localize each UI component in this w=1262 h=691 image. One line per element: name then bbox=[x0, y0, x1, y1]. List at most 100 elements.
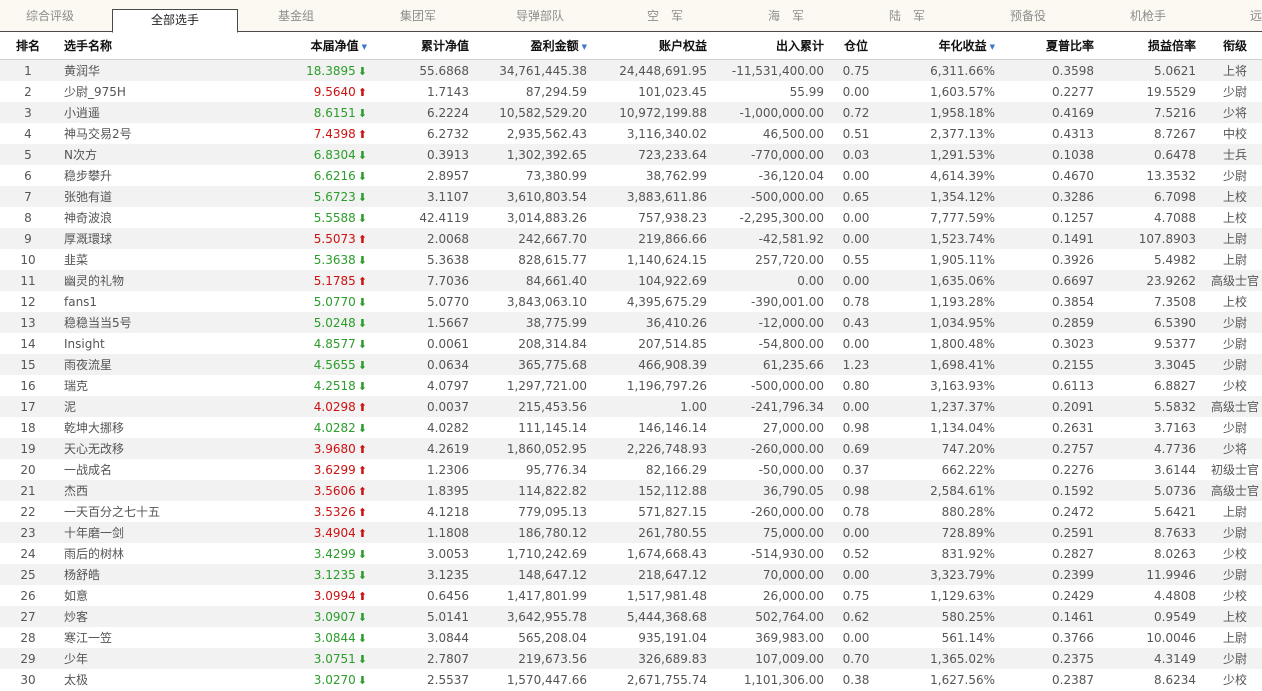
player-name-link[interactable]: 炒客 bbox=[64, 610, 88, 624]
table-row[interactable]: 19 天心无改移 3.9680 ⬆ 4.2619 1,860,052.95 2,226,74… bbox=[0, 438, 1262, 459]
col-player-name-cell[interactable]: 寒江一笠 bbox=[56, 627, 222, 648]
player-name-link[interactable]: 瑞克 bbox=[64, 379, 88, 393]
player-name-link[interactable]: 雨夜流星 bbox=[64, 358, 112, 372]
col-player-name-cell[interactable]: 杰西 bbox=[56, 480, 222, 501]
table-row[interactable]: 27 炒客 3.0907 ⬇ 5.0141 3,642,955.78 5,444,368.6… bbox=[0, 606, 1262, 627]
col-profit-loss-ratio-header[interactable]: 损益倍率 bbox=[1104, 32, 1208, 60]
tab-army[interactable]: 陆 军 bbox=[889, 0, 925, 31]
player-name-link[interactable]: 杰西 bbox=[64, 484, 88, 498]
tab-navy[interactable]: 海 军 bbox=[768, 0, 804, 31]
player-name-link[interactable]: 雨后的树林 bbox=[64, 547, 124, 561]
sort-indicator-icon[interactable]: ▼ bbox=[990, 43, 995, 51]
player-name-link[interactable]: 小逍遥 bbox=[64, 106, 100, 120]
col-rank-title-header[interactable]: 衔级 bbox=[1208, 32, 1262, 60]
col-profit-header[interactable]: 盈利金额 ▼ bbox=[479, 32, 595, 60]
table-row[interactable]: 2 少尉_975H 9.5640 ⬆ 1.7143 87,294.59 101,023.45… bbox=[0, 81, 1262, 102]
table-row[interactable]: 5 N次方 6.8304 ⬇ 0.3913 1,302,392.65 723,233.64 -… bbox=[0, 144, 1262, 165]
table-row[interactable]: 20 一战成名 3.6299 ⬆ 1.2306 95,776.34 82,166.29 -50… bbox=[0, 459, 1262, 480]
col-current-nav-header[interactable]: 本届净值 ▼ bbox=[222, 32, 377, 60]
col-player-name-cell[interactable]: 乾坤大挪移 bbox=[56, 417, 222, 438]
table-row[interactable]: 26 如意 3.0994 ⬆ 0.6456 1,417,801.99 1,517,981.4… bbox=[0, 585, 1262, 606]
col-player-name-cell[interactable]: 幽灵的礼物 bbox=[56, 270, 222, 291]
player-name-link[interactable]: 少尉_975H bbox=[64, 85, 126, 99]
table-row[interactable]: 12 fans1 5.0770 ⬇ 5.0770 3,843,063.10 4,395,67… bbox=[0, 291, 1262, 312]
player-name-link[interactable]: 张弛有道 bbox=[64, 190, 112, 204]
player-name-link[interactable]: 少年 bbox=[64, 652, 88, 666]
table-row[interactable]: 16 瑞克 4.2518 ⬇ 4.0797 1,297,721.00 1,196,797.2… bbox=[0, 375, 1262, 396]
player-name-link[interactable]: 神奇波浪 bbox=[64, 211, 112, 225]
table-row[interactable]: 13 稳稳当当5号 5.0248 ⬇ 1.5667 38,775.99 36,410.26 -… bbox=[0, 312, 1262, 333]
table-row[interactable]: 29 少年 3.0751 ⬇ 2.7807 219,673.56 326,689.83 107… bbox=[0, 648, 1262, 669]
player-name-link[interactable]: 乾坤大挪移 bbox=[64, 421, 124, 435]
col-player-name-cell[interactable]: 杨舒皓 bbox=[56, 564, 222, 585]
col-player-name-cell[interactable]: 炒客 bbox=[56, 606, 222, 627]
col-net-flow-header[interactable]: 出入累计 bbox=[715, 32, 831, 60]
col-player-name-cell[interactable]: 稳稳当当5号 bbox=[56, 312, 222, 333]
player-name-link[interactable]: 太极 bbox=[64, 673, 88, 687]
col-account-equity-header[interactable]: 账户权益 bbox=[595, 32, 715, 60]
col-sharpe-ratio-header[interactable]: 夏普比率 bbox=[1001, 32, 1104, 60]
tab-gunner[interactable]: 机枪手 bbox=[1130, 0, 1166, 31]
tab-air-force[interactable]: 空 军 bbox=[647, 0, 683, 31]
table-row[interactable]: 3 小逍遥 8.6151 ⬇ 6.2224 10,582,529.20 10,972,199… bbox=[0, 102, 1262, 123]
tab-overall-rating[interactable]: 综合评级 bbox=[26, 0, 74, 31]
player-name-link[interactable]: 一战成名 bbox=[64, 463, 112, 477]
col-annual-return-header[interactable]: 年化收益 ▼ bbox=[881, 32, 1001, 60]
table-row[interactable]: 9 厚溉環球 5.5073 ⬆ 2.0068 242,667.70 219,866.66 -4… bbox=[0, 228, 1262, 249]
player-name-link[interactable]: fans1 bbox=[64, 295, 97, 309]
tab-army-group[interactable]: 集团军 bbox=[400, 0, 436, 31]
col-position-header[interactable]: 仓位 bbox=[831, 32, 881, 60]
col-player-name-cell[interactable]: 十年磨一剑 bbox=[56, 522, 222, 543]
table-row[interactable]: 6 稳步攀升 6.6216 ⬇ 2.8957 73,380.99 38,762.99 -36,… bbox=[0, 165, 1262, 186]
col-player-name-cell[interactable]: 一战成名 bbox=[56, 459, 222, 480]
player-name-link[interactable]: 稳稳当当5号 bbox=[64, 316, 132, 330]
col-player-name-cell[interactable]: 少尉_975H bbox=[56, 81, 222, 102]
sort-indicator-icon[interactable]: ▼ bbox=[582, 43, 587, 51]
table-row[interactable]: 11 幽灵的礼物 5.1785 ⬆ 7.7036 84,661.40 104,922.69 0… bbox=[0, 270, 1262, 291]
table-row[interactable]: 15 雨夜流星 4.5655 ⬇ 0.0634 365,775.68 466,908.39 6… bbox=[0, 354, 1262, 375]
player-name-link[interactable]: 黄润华 bbox=[64, 64, 100, 78]
col-rank-header[interactable]: 排名 bbox=[0, 32, 56, 60]
player-name-link[interactable]: 稳步攀升 bbox=[64, 169, 112, 183]
col-player-name-cell[interactable]: N次方 bbox=[56, 144, 222, 165]
col-player-name-cell[interactable]: 黄润华 bbox=[56, 59, 222, 81]
col-player-name-cell[interactable]: 瑞克 bbox=[56, 375, 222, 396]
table-row[interactable]: 24 雨后的树林 3.4299 ⬇ 3.0053 1,710,242.69 1,674,66… bbox=[0, 543, 1262, 564]
col-player-name-cell[interactable]: 少年 bbox=[56, 648, 222, 669]
player-name-link[interactable]: Insight bbox=[64, 337, 105, 351]
col-player-name-cell[interactable]: 太极 bbox=[56, 669, 222, 690]
player-name-link[interactable]: 神马交易2号 bbox=[64, 127, 132, 141]
col-player-name-cell[interactable]: 张弛有道 bbox=[56, 186, 222, 207]
col-player-name-cell[interactable]: 天心无改移 bbox=[56, 438, 222, 459]
table-row[interactable]: 10 韭菜 5.3638 ⬇ 5.3638 828,615.77 1,140,624.15 2… bbox=[0, 249, 1262, 270]
table-row[interactable]: 17 泥 4.0298 ⬆ 0.0037 215,453.56 1.00 -241,796.3… bbox=[0, 396, 1262, 417]
player-name-link[interactable]: 泥 bbox=[64, 400, 76, 414]
table-row[interactable]: 25 杨舒皓 3.1235 ⬇ 3.1235 148,647.12 218,647.12 70… bbox=[0, 564, 1262, 585]
col-player-name-cell[interactable]: 稳步攀升 bbox=[56, 165, 222, 186]
player-name-link[interactable]: 天心无改移 bbox=[64, 442, 124, 456]
table-row[interactable]: 7 张弛有道 5.6723 ⬇ 3.1107 3,610,803.54 3,883,611.… bbox=[0, 186, 1262, 207]
table-row[interactable]: 18 乾坤大挪移 4.0282 ⬇ 4.0282 111,145.14 146,146.14… bbox=[0, 417, 1262, 438]
col-cumulative-nav-header[interactable]: 累计净值 bbox=[377, 32, 479, 60]
player-name-link[interactable]: 韭菜 bbox=[64, 253, 88, 267]
player-name-link[interactable]: 幽灵的礼物 bbox=[64, 274, 124, 288]
player-name-link[interactable]: N次方 bbox=[64, 148, 97, 162]
table-row[interactable]: 30 太极 3.0270 ⬇ 2.5537 1,570,447.66 2,671,755.7… bbox=[0, 669, 1262, 690]
tab-more[interactable]: 远 bbox=[1250, 0, 1262, 31]
col-player-name-cell[interactable]: 神奇波浪 bbox=[56, 207, 222, 228]
col-player-name-cell[interactable]: 厚溉環球 bbox=[56, 228, 222, 249]
col-player-name-header[interactable]: 选手名称 bbox=[56, 32, 222, 60]
col-player-name-cell[interactable]: 小逍遥 bbox=[56, 102, 222, 123]
sort-indicator-icon[interactable]: ▼ bbox=[362, 43, 367, 51]
table-row[interactable]: 22 一天百分之七十五 3.5326 ⬆ 4.1218 779,095.13 571,827… bbox=[0, 501, 1262, 522]
col-player-name-cell[interactable]: Insight bbox=[56, 333, 222, 354]
tab-fund-group[interactable]: 基金组 bbox=[278, 0, 314, 31]
col-player-name-cell[interactable]: 泥 bbox=[56, 396, 222, 417]
player-name-link[interactable]: 十年磨一剑 bbox=[64, 526, 124, 540]
table-row[interactable]: 4 神马交易2号 7.4398 ⬆ 6.2732 2,935,562.43 3,116,34… bbox=[0, 123, 1262, 144]
col-player-name-cell[interactable]: 神马交易2号 bbox=[56, 123, 222, 144]
player-name-link[interactable]: 一天百分之七十五 bbox=[64, 505, 160, 519]
col-player-name-cell[interactable]: 雨后的树林 bbox=[56, 543, 222, 564]
col-player-name-cell[interactable]: 一天百分之七十五 bbox=[56, 501, 222, 522]
table-row[interactable]: 8 神奇波浪 5.5588 ⬇ 42.4119 3,014,883.26 757,938.2… bbox=[0, 207, 1262, 228]
